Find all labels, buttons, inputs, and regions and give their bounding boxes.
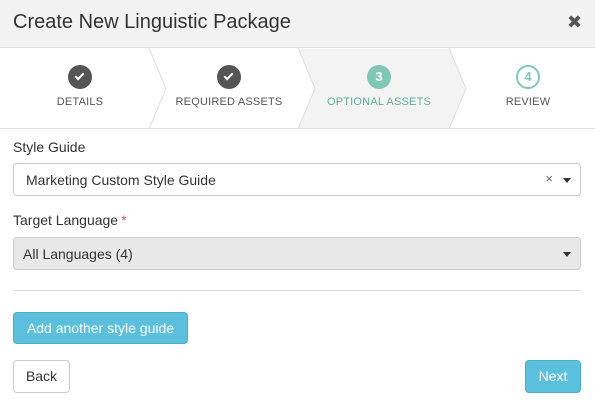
step-number-badge: 3 bbox=[367, 65, 391, 89]
section-divider bbox=[13, 290, 581, 291]
step-label: DETAILS bbox=[56, 96, 104, 108]
step-required-assets[interactable]: REQUIRED ASSETS bbox=[154, 48, 304, 129]
check-icon bbox=[217, 65, 241, 89]
step-review[interactable]: 4 REVIEW bbox=[455, 48, 595, 129]
style-guide-value: Marketing Custom Style Guide bbox=[26, 172, 216, 188]
target-language-label-text: Target Language bbox=[13, 212, 119, 228]
check-icon bbox=[68, 65, 92, 89]
step-details[interactable]: DETAILS bbox=[0, 48, 160, 129]
add-style-guide-button[interactable]: Add another style guide bbox=[13, 312, 188, 344]
style-guide-select[interactable]: Marketing Custom Style Guide × bbox=[13, 163, 581, 196]
step-label: REQUIRED ASSETS bbox=[175, 96, 283, 108]
back-button[interactable]: Back bbox=[13, 360, 70, 393]
step-optional-assets[interactable]: 3 OPTIONAL ASSETS bbox=[304, 48, 454, 129]
modal-title: Create New Linguistic Package bbox=[13, 11, 291, 33]
target-language-select[interactable]: All Languages (4) bbox=[13, 237, 581, 270]
step-number-badge: 4 bbox=[516, 65, 540, 89]
next-button[interactable]: Next bbox=[525, 360, 581, 393]
step-label: REVIEW bbox=[505, 96, 551, 108]
chevron-down-icon bbox=[563, 178, 571, 183]
wizard-stepper: DETAILS REQUIRED ASSETS 3 OPTIONAL ASSET… bbox=[0, 48, 595, 129]
modal-header: Create New Linguistic Package ✖ bbox=[0, 0, 595, 48]
step-label: OPTIONAL ASSETS bbox=[326, 96, 432, 108]
target-language-value: All Languages (4) bbox=[23, 246, 133, 262]
chevron-down-icon bbox=[563, 252, 571, 257]
clear-icon[interactable]: × bbox=[545, 171, 553, 186]
style-guide-label: Style Guide bbox=[13, 139, 86, 155]
close-icon[interactable]: ✖ bbox=[567, 12, 582, 32]
create-package-modal: Create New Linguistic Package ✖ DETAILS … bbox=[0, 0, 595, 405]
target-language-label: Target Language * bbox=[13, 212, 127, 228]
required-marker: * bbox=[121, 212, 127, 228]
